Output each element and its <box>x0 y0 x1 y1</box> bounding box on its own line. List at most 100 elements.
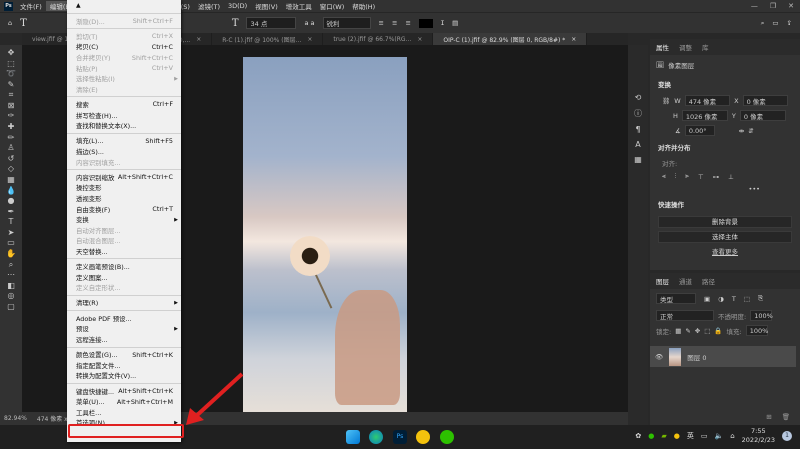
tray-app-icon[interactable]: ✿ <box>635 432 641 440</box>
y-field[interactable]: 0 像素 <box>739 110 786 121</box>
nvidia-icon[interactable]: ▰ <box>661 432 666 440</box>
ime-indicator[interactable]: 英 <box>687 431 694 441</box>
tray-yellow-icon[interactable]: ● <box>674 432 680 440</box>
menu-item[interactable]: 工具栏... <box>67 407 181 418</box>
align-bottom-icon[interactable]: ⊥ <box>728 173 734 181</box>
flip-horizontal-icon[interactable]: ⇹ <box>739 127 744 135</box>
select-subject-button[interactable]: 选择主体 <box>658 231 792 243</box>
menu-item[interactable]: 拷贝(C) Ctrl+C <box>67 42 181 53</box>
minimize-button[interactable]: — <box>751 2 758 10</box>
lock-artboard-icon[interactable]: ⬚ <box>704 327 710 335</box>
menu-9[interactable]: 增效工具 <box>282 1 316 11</box>
menu-item[interactable]: 自由变换(F) Ctrl+T <box>67 204 181 215</box>
marquee-tool-icon[interactable]: ⬚ <box>7 59 15 68</box>
view-more-link[interactable]: 查看更多 <box>650 246 800 256</box>
edge-browser-icon[interactable] <box>369 430 383 444</box>
more-options[interactable]: ••• <box>650 183 800 195</box>
angle-field[interactable]: 0.00° <box>684 125 715 136</box>
eyedropper-icon[interactable]: ✑ <box>8 111 15 120</box>
zoom-level[interactable]: 82.94% <box>4 415 27 422</box>
crop-tool-icon[interactable]: ⌗ <box>9 90 14 99</box>
filter-type-icon[interactable]: T <box>732 295 736 303</box>
text-tool-icon[interactable]: T <box>20 18 27 29</box>
restore-button[interactable]: ❐ <box>770 2 776 10</box>
align-center-icon[interactable]: ≡ <box>392 19 397 27</box>
width-field[interactable]: 474 像素 <box>684 95 731 106</box>
warp-text-icon[interactable]: ⵊ <box>441 19 444 27</box>
history-brush-icon[interactable]: ↺ <box>8 154 15 163</box>
lock-transparent-icon[interactable]: ▦ <box>675 327 681 335</box>
tab-channels[interactable]: 通道 <box>679 276 692 286</box>
blend-mode-select[interactable]: 正常 <box>656 310 714 321</box>
close-button[interactable]: ✕ <box>788 2 794 10</box>
menu-item[interactable]: 颜色设置(G)... Shift+Ctrl+K <box>67 349 181 360</box>
layer-row[interactable]: 👁 图层 0 <box>650 346 796 367</box>
menu-item[interactable]: 转换为配置文件(V)... <box>67 371 181 382</box>
align-right-edges-icon[interactable]: ⫸ <box>685 172 689 181</box>
quick-select-icon[interactable]: ✎ <box>8 80 15 89</box>
lock-all-icon[interactable]: 🔒 <box>714 327 722 335</box>
close-tab-icon[interactable]: × <box>571 36 576 43</box>
lock-paint-icon[interactable]: ✎ <box>685 327 690 335</box>
align-right-icon[interactable]: ≡ <box>405 19 410 27</box>
pen-tool-icon[interactable]: ✒ <box>8 207 15 216</box>
info-icon[interactable]: ⓘ <box>634 108 642 119</box>
path-select-icon[interactable]: ➤ <box>8 228 15 237</box>
menu-item[interactable]: 定义画笔预设(B)... <box>67 261 181 272</box>
share-icon[interactable]: ⇪ <box>787 19 792 27</box>
remove-background-button[interactable]: 删除背景 <box>658 216 792 228</box>
swatches-icon[interactable]: ▦ <box>634 155 642 164</box>
blur-tool-icon[interactable]: 💧 <box>6 186 16 195</box>
move-tool-icon[interactable]: ✥ <box>8 48 15 57</box>
frame-tool-icon[interactable]: ⊠ <box>8 101 15 110</box>
character-icon[interactable]: A <box>635 140 640 149</box>
scroll-up-arrow[interactable]: ▲ <box>67 0 181 11</box>
close-tab-icon[interactable]: × <box>307 36 312 43</box>
menu-item[interactable]: 填充(L)... Shift+F5 <box>67 136 181 147</box>
layer-filter-select[interactable]: 类型 <box>656 293 696 304</box>
healing-brush-icon[interactable]: ✚ <box>8 122 15 131</box>
panels-icon[interactable]: ▤ <box>452 19 458 27</box>
brush-tool-icon[interactable]: ✏ <box>8 133 15 142</box>
quick-actions-section[interactable]: 快速操作 <box>650 195 800 213</box>
notification-badge[interactable]: 1 <box>782 431 792 441</box>
quick-mask-icon[interactable]: ◎ <box>8 291 15 300</box>
align-left-icon[interactable]: ≡ <box>379 19 384 27</box>
menu-item[interactable]: 透视变形 <box>67 193 181 204</box>
shape-tool-icon[interactable]: ▭ <box>7 238 15 247</box>
menu-item[interactable]: 搜索 Ctrl+F <box>67 99 181 110</box>
filter-pixel-icon[interactable]: ▣ <box>704 295 710 303</box>
display-icon[interactable]: ▭ <box>701 432 708 440</box>
workspace-icon[interactable]: ▭ <box>772 19 778 27</box>
lasso-tool-icon[interactable]: ➰ <box>6 69 16 78</box>
flip-vertical-icon[interactable]: ⇵ <box>748 127 753 135</box>
more-tools-icon[interactable]: ⋯ <box>7 270 15 279</box>
menu-7[interactable]: 3D(D) <box>224 2 251 10</box>
filter-adjust-icon[interactable]: ◑ <box>718 295 724 303</box>
align-v-centers-icon[interactable]: ⊶ <box>713 173 720 181</box>
link-icon[interactable]: ⛓ <box>662 97 670 105</box>
paragraph-icon[interactable]: ¶ <box>635 125 640 134</box>
close-tab-icon[interactable]: × <box>417 36 422 43</box>
tab-layers[interactable]: 图层 <box>656 276 669 286</box>
wechat-tray-icon[interactable]: ● <box>648 432 654 440</box>
filter-smart-icon[interactable]: ⎘ <box>758 294 763 303</box>
menu-item[interactable]: 定义图案... <box>67 272 181 283</box>
fill-field[interactable]: 100% <box>745 325 768 336</box>
menu-8[interactable]: 视图(V) <box>251 1 282 11</box>
document-tab[interactable]: OIP-C (1).jfif @ 82.9% (图层 0, RGB/8#) * … <box>433 33 588 45</box>
layer-name[interactable]: 图层 0 <box>687 352 706 362</box>
font-size-field[interactable]: 34 点 <box>246 17 297 29</box>
align-top-icon[interactable]: ⊤ <box>698 173 704 181</box>
tab-properties[interactable]: 属性 <box>656 42 669 52</box>
new-layer-icon[interactable]: ⊞ <box>766 413 771 421</box>
antialias-select[interactable]: 锐利 <box>322 17 371 29</box>
menu-11[interactable]: 帮助(H) <box>348 1 379 11</box>
visibility-eye-icon[interactable]: 👁 <box>655 353 663 361</box>
color-swatches-icon[interactable]: ◧ <box>7 281 15 290</box>
align-left-edges-icon[interactable]: ⫷ <box>662 172 666 181</box>
delete-layer-icon[interactable]: 🗑 <box>782 413 790 421</box>
menu-item[interactable]: 键盘快捷键... Alt+Shift+Ctrl+K <box>67 386 181 397</box>
app-taskbar-icon[interactable] <box>416 430 430 444</box>
menu-item[interactable]: Adobe PDF 预设... <box>67 313 181 324</box>
